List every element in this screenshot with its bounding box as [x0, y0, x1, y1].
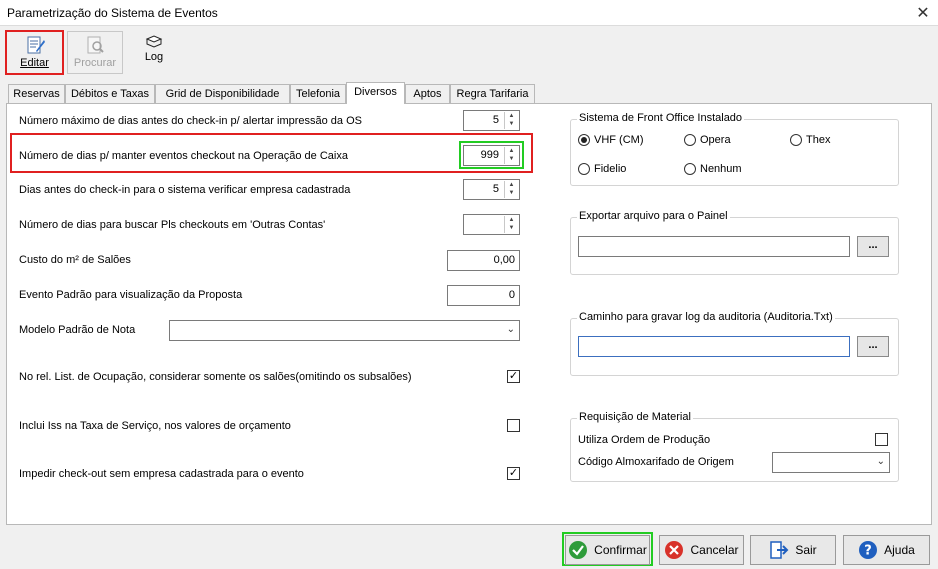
- front-office-legend: Sistema de Front Office Instalado: [577, 112, 745, 124]
- ocupacao-label: No rel. List. de Ocupação, considerar so…: [19, 371, 412, 383]
- ordem-producao-label: Utiliza Ordem de Produção: [578, 434, 711, 446]
- dias-pls-label: Número de dias para buscar Pls checkouts…: [19, 219, 326, 231]
- dias-pls-spinner[interactable]: ▲ ▼: [463, 214, 520, 235]
- modelo-label: Modelo Padrão de Nota: [19, 324, 136, 336]
- procurar-button[interactable]: Procurar: [67, 31, 123, 74]
- spin-up-icon[interactable]: ▲: [505, 216, 518, 224]
- spin-down-icon[interactable]: ▼: [505, 189, 518, 197]
- spin-up-icon[interactable]: ▲: [505, 147, 518, 155]
- log-label: Log: [144, 51, 164, 63]
- radio-thex[interactable]: [790, 134, 802, 146]
- tab-regra-tarifaria[interactable]: Regra Tarifaria: [450, 84, 535, 104]
- almoxarifado-select[interactable]: ⌄: [772, 452, 890, 473]
- log-button[interactable]: Log: [126, 32, 182, 72]
- spin-up-icon[interactable]: ▲: [505, 112, 518, 120]
- front-office-group: Sistema de Front Office Instalado: [570, 112, 899, 186]
- dias-empresa-label: Dias antes do check-in para o sistema ve…: [19, 184, 351, 196]
- tab-diversos[interactable]: Diversos: [346, 82, 405, 104]
- dias-checkout-label: Número de dias p/ manter eventos checkou…: [19, 150, 348, 162]
- impedir-label: Impedir check-out sem empresa cadastrada…: [19, 468, 304, 480]
- chevron-down-icon: ⌄: [876, 456, 885, 467]
- modelo-select[interactable]: ⌄: [169, 320, 520, 341]
- impedir-checkbox[interactable]: ✓: [507, 467, 520, 480]
- check-icon: ✓: [508, 370, 519, 382]
- tab-grid-disponibilidade[interactable]: Grid de Disponibilidade: [155, 84, 290, 104]
- iss-label: Inclui Iss na Taxa de Serviço, nos valor…: [19, 420, 291, 432]
- tab-aptos[interactable]: Aptos: [405, 84, 450, 104]
- confirmar-label: Confirmar: [594, 543, 647, 557]
- svg-text:?: ?: [864, 544, 872, 559]
- cancelar-label: Cancelar: [690, 543, 739, 557]
- tab-debitos-taxas[interactable]: Débitos e Taxas: [65, 84, 155, 104]
- radio-vhf-label: VHF (CM): [594, 134, 644, 146]
- evento-padrao-label: Evento Padrão para visualização da Propo…: [19, 289, 243, 301]
- sair-label: Sair: [795, 543, 817, 557]
- radio-nenhum[interactable]: [684, 163, 696, 175]
- ajuda-label: Ajuda: [884, 543, 915, 557]
- radio-opera-label: Opera: [700, 134, 731, 146]
- cancelar-button[interactable]: Cancelar: [659, 535, 744, 565]
- ordem-producao-checkbox[interactable]: [875, 433, 888, 446]
- dias-checkout-spinner[interactable]: 999 ▲ ▼: [463, 145, 520, 166]
- caminho-legend: Caminho para gravar log da auditoria (Au…: [577, 311, 835, 323]
- edit-icon: [27, 36, 45, 54]
- radio-nenhum-label: Nenhum: [700, 163, 742, 175]
- sair-button[interactable]: Sair: [750, 535, 836, 565]
- ocupacao-checkbox[interactable]: ✓: [507, 370, 520, 383]
- custo-value: 0,00: [493, 254, 515, 266]
- radio-fidelio[interactable]: [578, 163, 590, 175]
- spin-up-icon[interactable]: ▲: [505, 181, 518, 189]
- iss-checkbox[interactable]: [507, 419, 520, 432]
- exit-icon: [770, 541, 789, 559]
- close-icon: ✕: [916, 5, 930, 22]
- tab-strip: Reservas Débitos e Taxas Grid de Disponi…: [0, 82, 938, 104]
- check-circle-icon: [569, 541, 588, 559]
- check-icon: ✓: [508, 467, 519, 479]
- dias-empresa-spinner[interactable]: 5 ▲ ▼: [463, 179, 520, 200]
- almoxarifado-label: Código Almoxarifado de Origem: [578, 456, 734, 468]
- search-icon: [87, 36, 104, 54]
- close-button[interactable]: ✕: [908, 0, 938, 26]
- editar-label: Editar: [20, 57, 49, 69]
- radio-vhf[interactable]: [578, 134, 590, 146]
- evento-padrao-value: 0: [508, 289, 515, 301]
- exportar-legend: Exportar arquivo para o Painel: [577, 210, 730, 222]
- editar-button[interactable]: Editar: [5, 30, 64, 75]
- cancel-icon: [665, 541, 684, 559]
- exportar-browse-button[interactable]: ...: [857, 236, 889, 257]
- requisicao-legend: Requisição de Material: [577, 411, 693, 423]
- tab-reservas[interactable]: Reservas: [8, 84, 65, 104]
- tab-telefonia[interactable]: Telefonia: [290, 84, 346, 104]
- custo-label: Custo do m² de Salões: [19, 254, 131, 266]
- ajuda-button[interactable]: ? Ajuda: [843, 535, 930, 565]
- window-title: Parametrização do Sistema de Eventos: [7, 6, 218, 20]
- spin-down-icon[interactable]: ▼: [505, 224, 518, 232]
- max-dias-label: Número máximo de dias antes do check-in …: [19, 115, 362, 127]
- max-dias-spinner[interactable]: 5 ▲ ▼: [463, 110, 520, 131]
- help-icon: ?: [859, 541, 878, 559]
- caminho-browse-button[interactable]: ...: [857, 336, 889, 357]
- title-bar: Parametrização do Sistema de Eventos ✕: [0, 0, 938, 26]
- max-dias-value: 5: [492, 114, 499, 126]
- spin-down-icon[interactable]: ▼: [505, 120, 518, 128]
- radio-opera[interactable]: [684, 134, 696, 146]
- exportar-path-input[interactable]: [578, 236, 850, 257]
- dias-empresa-value: 5: [492, 183, 499, 195]
- spin-down-icon[interactable]: ▼: [505, 155, 518, 163]
- evento-padrao-field[interactable]: 0: [447, 285, 520, 306]
- log-icon: [145, 35, 163, 48]
- radio-thex-label: Thex: [806, 134, 831, 146]
- custo-field[interactable]: 0,00: [447, 250, 520, 271]
- radio-fidelio-label: Fidelio: [594, 163, 627, 175]
- procurar-label: Procurar: [73, 57, 117, 69]
- chevron-down-icon: ⌄: [506, 324, 515, 335]
- dias-checkout-value: 999: [480, 149, 499, 161]
- confirmar-button[interactable]: Confirmar: [565, 535, 650, 565]
- caminho-path-input[interactable]: [578, 336, 850, 357]
